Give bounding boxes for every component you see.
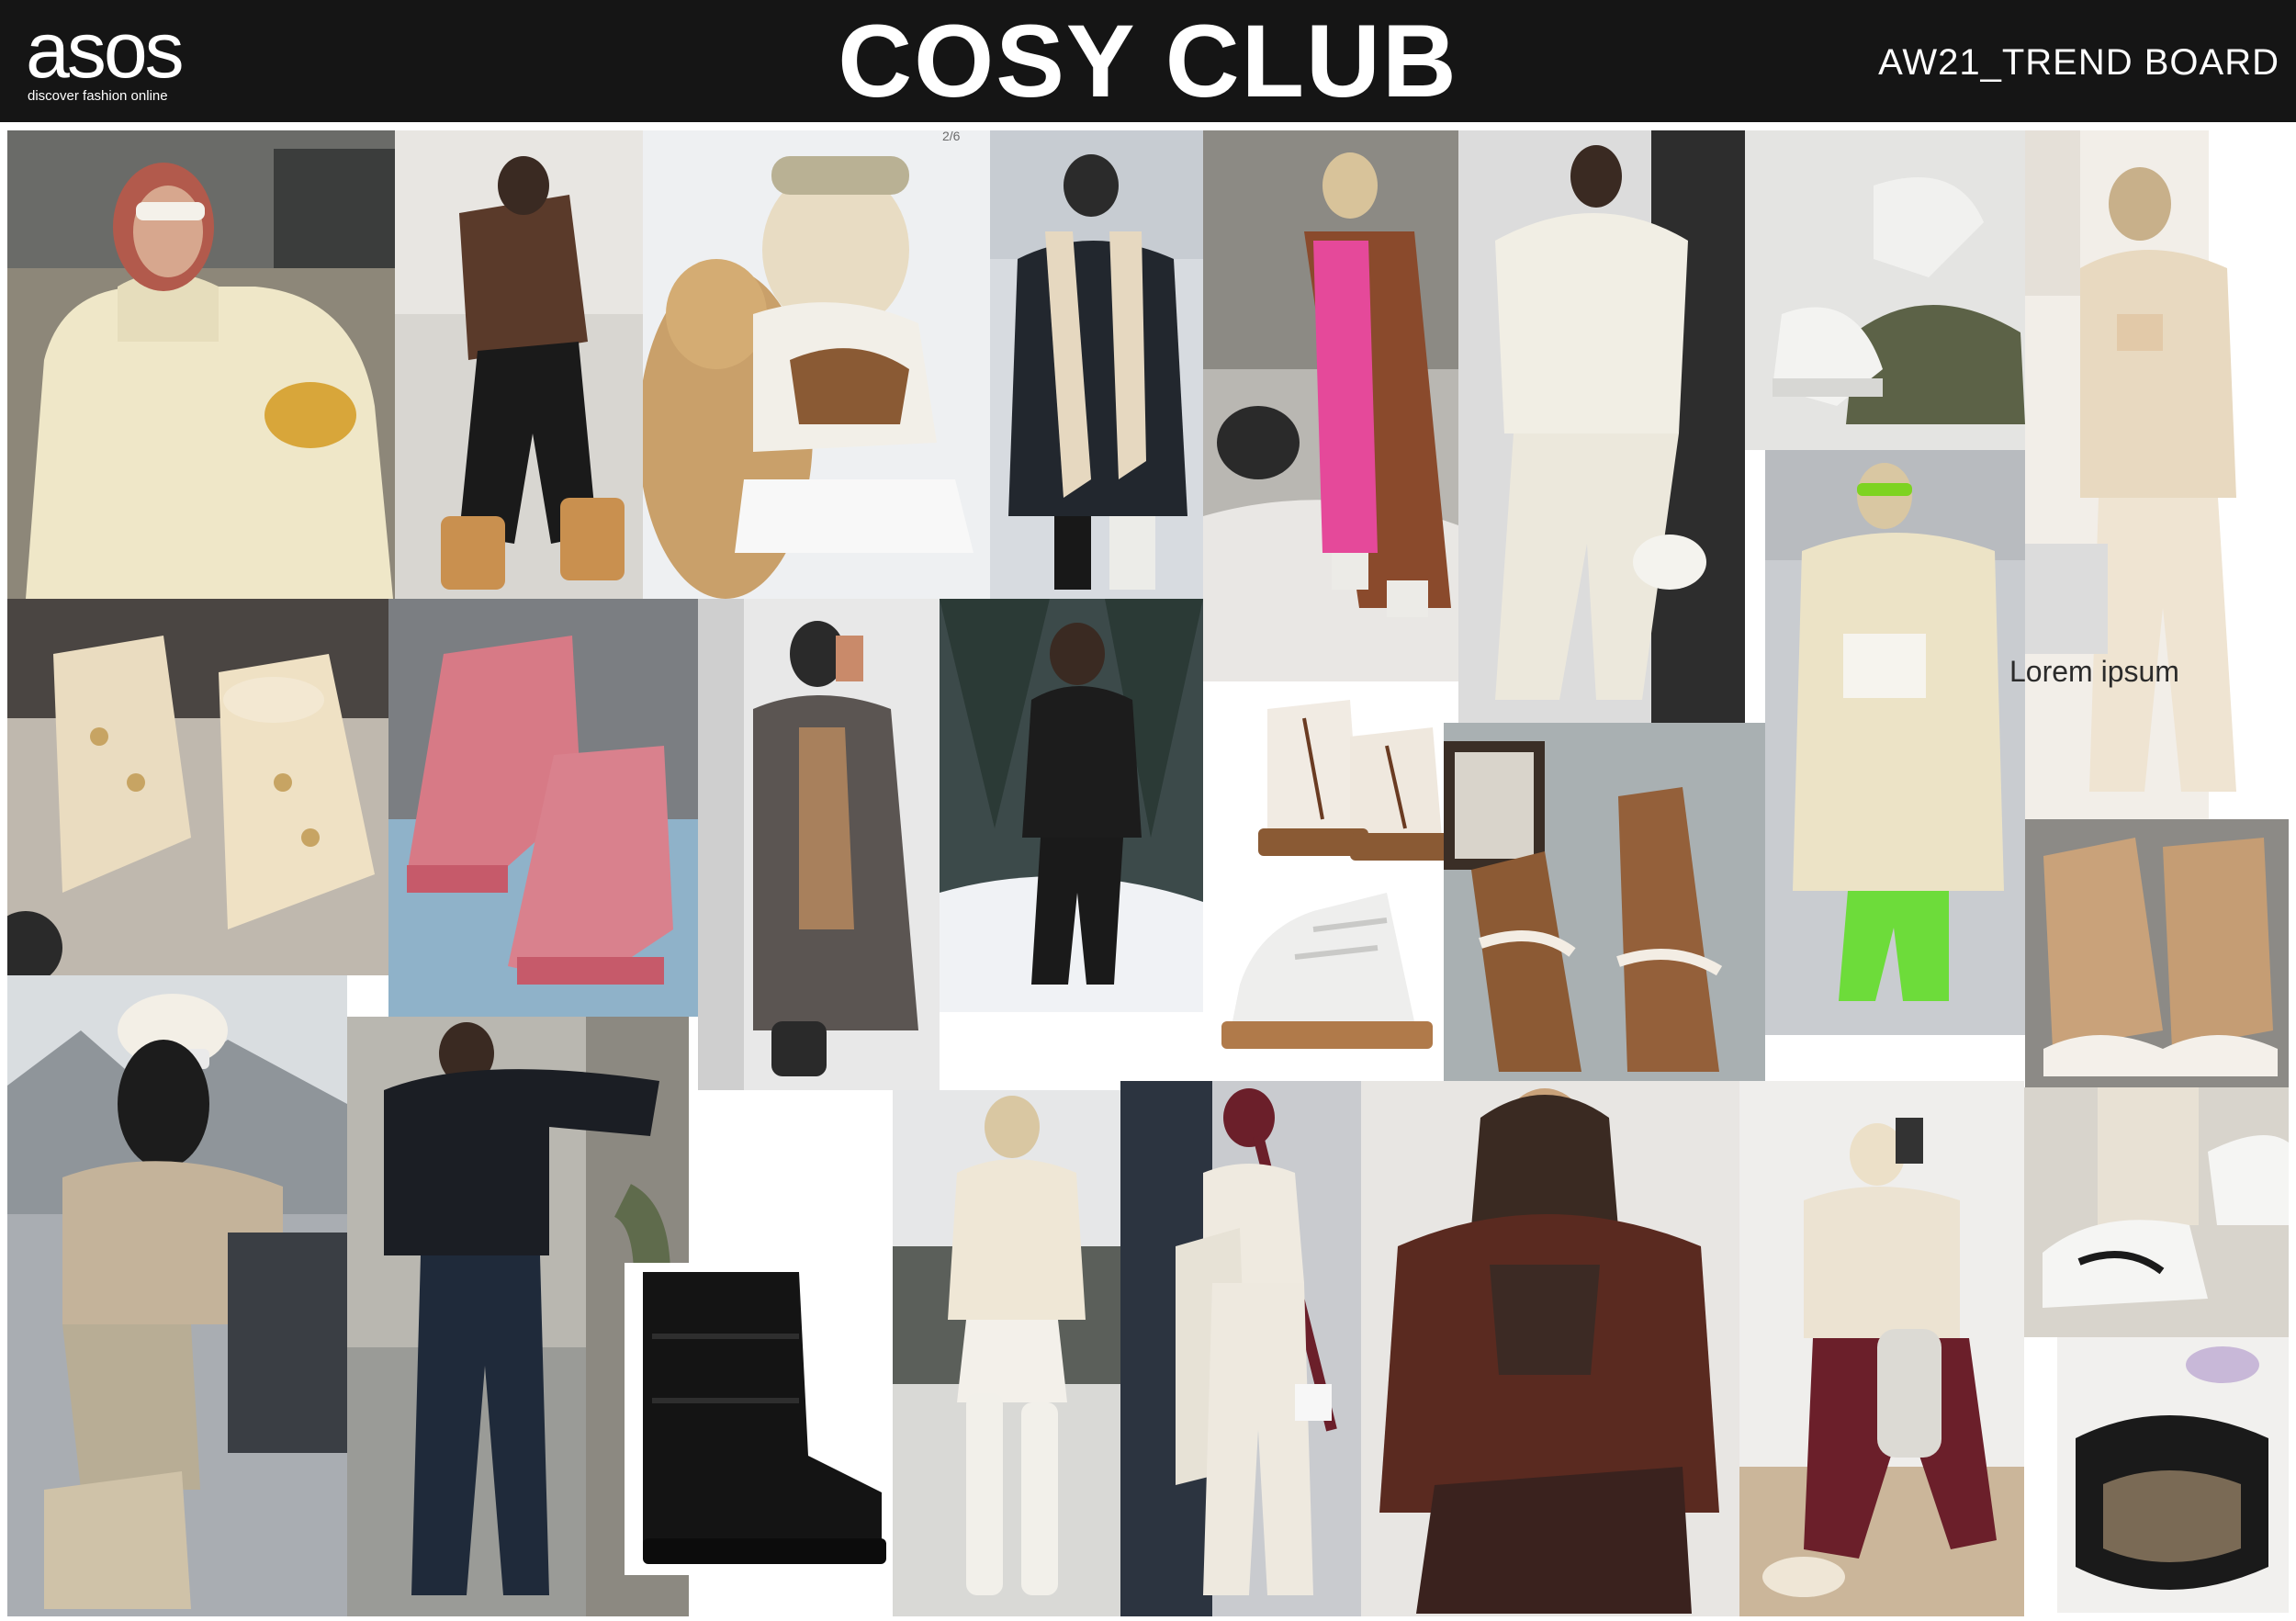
photo-waffle-knit-lounge-set (1458, 130, 1745, 723)
photo-pink-lug-sole-boots (388, 599, 698, 1017)
photo-snow-dog-goggles (643, 130, 990, 599)
photo-cream-blazer-suit (2025, 130, 2289, 819)
photo-shearling-clogs (2057, 1337, 2289, 1613)
photo-cream-puffer-jacket (7, 130, 395, 599)
photo-monogram-ugg-boots (7, 599, 388, 975)
photo-chunky-sneakers-joggers (1745, 130, 2025, 450)
photo-cream-knit-tall-boots (893, 1090, 1120, 1616)
photo-long-grey-coat-selfie (698, 599, 940, 1090)
carousel-counter: 2/6 (942, 129, 961, 143)
photo-cream-puffer-green-joggers (1765, 450, 2025, 1035)
photo-black-puffer-snow (940, 599, 1203, 1012)
photo-leather-vest-moon-boots (395, 130, 643, 599)
photo-white-high-top-sneaker (1203, 874, 1444, 1084)
photo-sock-knit-sneakers (2025, 819, 2289, 1087)
header-bar: asos discover fashion online COSY CLUB A… (0, 0, 2296, 122)
bottom-border (0, 1616, 2296, 1621)
photo-fur-hat-moon-boots (7, 975, 347, 1616)
board-label: AW21_TREND BOARD (1878, 42, 2279, 83)
photo-shearling-lace-boots (1249, 681, 1458, 874)
photo-black-puffer-boot (625, 1263, 893, 1575)
photo-shearling-aviator-jacket (990, 130, 1203, 599)
photo-suede-shearling-boots (1444, 723, 1765, 1081)
placeholder-text: Lorem ipsum (2009, 655, 2179, 688)
photo-white-running-sneakers (2024, 1087, 2289, 1337)
photo-camel-coat-pink-sweatsuit (1203, 130, 1458, 681)
photo-brown-leather-puffer (1361, 1081, 1739, 1616)
photo-burgundy-leather-pants (1739, 1081, 2024, 1616)
photo-ribbed-white-set (1120, 1081, 1361, 1616)
